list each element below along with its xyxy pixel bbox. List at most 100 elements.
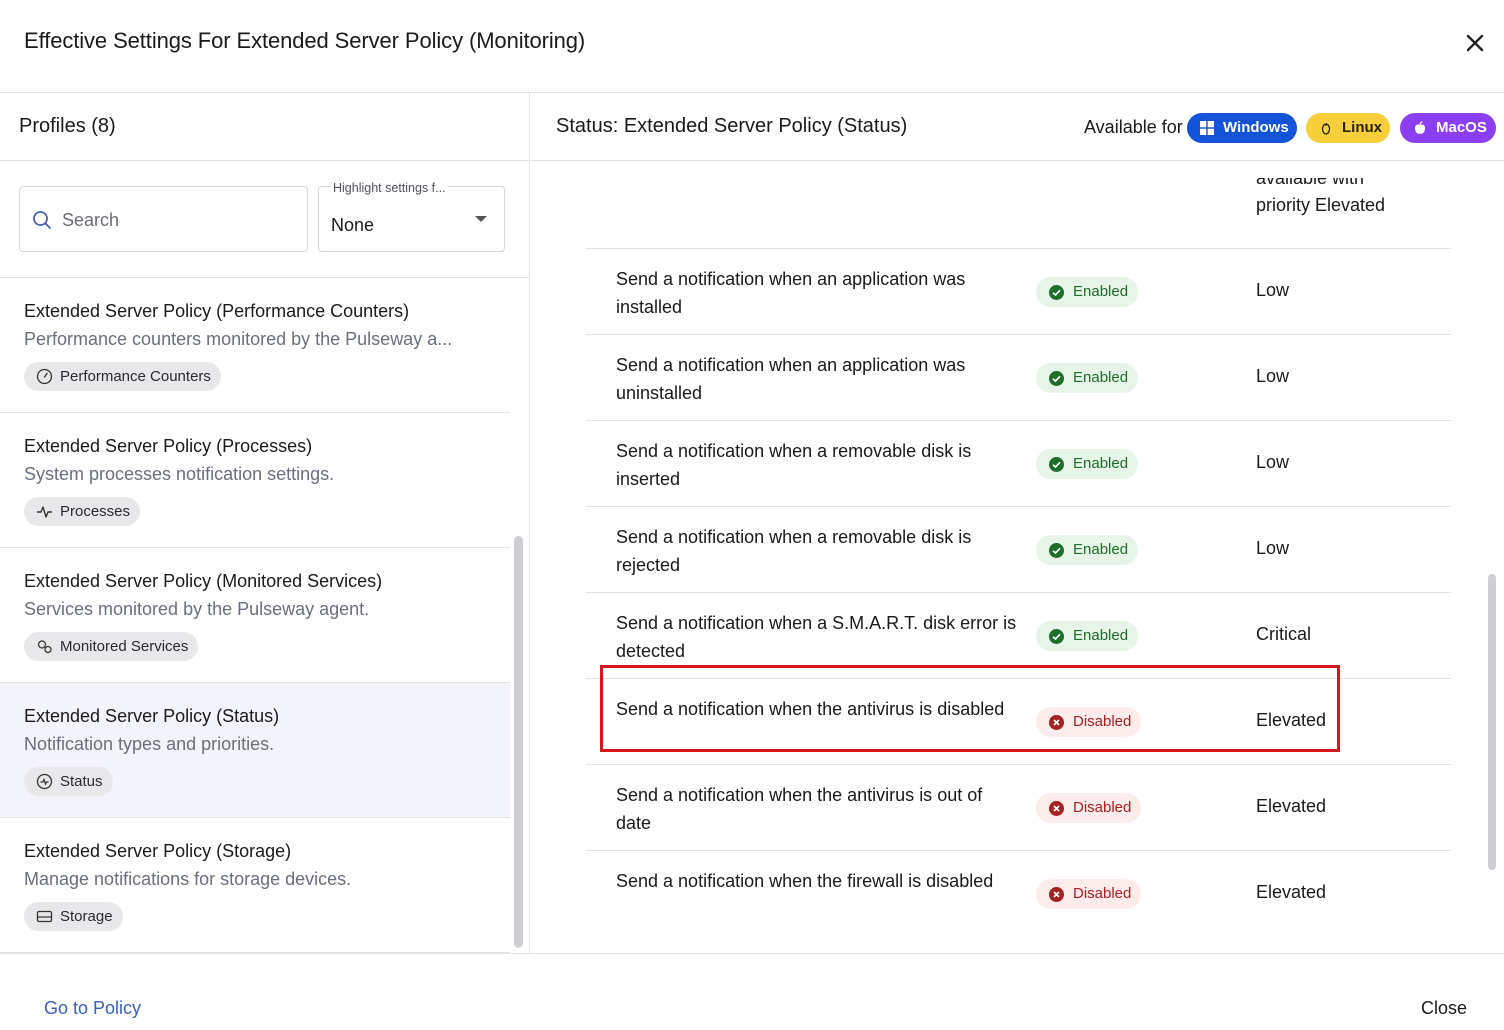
highlight-settings-select[interactable]: Highlight settings f... None	[318, 181, 505, 252]
status-badge: Disabled	[1036, 793, 1142, 823]
check-circle-icon	[1049, 285, 1064, 300]
partial-priority-text: priority Elevated	[1256, 195, 1386, 215]
status-icon	[36, 773, 53, 790]
setting-name: Send a notification when a removable dis…	[616, 441, 972, 489]
search-box[interactable]	[19, 186, 308, 252]
priority-value: Elevated	[1256, 882, 1327, 902]
setting-name: Send a notification when an application …	[616, 355, 966, 403]
settings-list: available with priority Elevated Send a …	[531, 162, 1504, 953]
close-button[interactable]: Close	[1421, 998, 1467, 1019]
profile-chip: Storage	[24, 902, 123, 931]
profile-title: Extended Server Policy (Processes)	[24, 436, 313, 456]
profile-item-monitored-services[interactable]: Extended Server Policy (Monitored Servic…	[0, 548, 510, 683]
highlight-settings-label: Highlight settings f...	[331, 181, 448, 195]
setting-row: Send a notification when the firewall is…	[586, 850, 1451, 936]
chevron-down-icon	[475, 216, 487, 222]
setting-name: Send a notification when a removable dis…	[616, 527, 972, 575]
setting-row: Send a notification when an application …	[586, 248, 1451, 334]
profile-item-storage[interactable]: Extended Server Policy (Storage) Manage …	[0, 818, 510, 953]
setting-name: Send a notification when a S.M.A.R.T. di…	[616, 613, 1017, 661]
close-icon[interactable]	[1462, 30, 1488, 56]
profile-chip: Status	[24, 767, 113, 796]
platform-label: Windows	[1223, 119, 1289, 136]
profile-description: Performance counters monitored by the Pu…	[24, 329, 453, 349]
status-badge: Enabled	[1036, 535, 1139, 565]
dialog-header: Effective Settings For Extended Server P…	[0, 0, 1504, 93]
effective-settings-dialog: Effective Settings For Extended Server P…	[0, 0, 1504, 1030]
available-for-label: Available for	[1084, 117, 1183, 137]
details-scrollbar[interactable]	[1488, 574, 1496, 870]
profile-chip: Processes	[24, 497, 141, 526]
profiles-panel: Profiles (8) Highlight settings f... Non…	[0, 93, 530, 953]
x-circle-icon	[1049, 801, 1064, 816]
profile-chip-label: Storage	[60, 908, 113, 925]
setting-name: Send a notification when the firewall is…	[616, 871, 994, 891]
status-badge: Disabled	[1036, 879, 1142, 909]
platform-label: MacOS	[1436, 119, 1487, 136]
status-label: Enabled	[1073, 541, 1129, 558]
profiles-heading: Profiles (8)	[19, 115, 116, 137]
platform-badge-macos: MacOS	[1400, 113, 1496, 143]
check-circle-icon	[1049, 457, 1064, 472]
gears-icon	[37, 640, 52, 654]
status-label: Enabled	[1073, 455, 1129, 472]
linux-icon	[1321, 123, 1331, 135]
status-label: Disabled	[1073, 799, 1132, 816]
profile-chip-label: Processes	[60, 503, 131, 520]
profile-item-processes[interactable]: Extended Server Policy (Processes) Syste…	[0, 413, 510, 548]
priority-value: Elevated	[1256, 796, 1327, 816]
setting-name: Send a notification when an application …	[616, 269, 966, 317]
setting-name: Send a notification when the antivirus i…	[616, 785, 983, 833]
status-label: Enabled	[1073, 369, 1129, 386]
highlight-settings-value: None	[331, 215, 375, 235]
profile-description: Manage notifications for storage devices…	[24, 869, 352, 889]
priority-value: Low	[1256, 280, 1290, 300]
profile-chip: Monitored Services	[24, 632, 199, 661]
profile-chip-label: Performance Counters	[60, 368, 211, 385]
highlight-box	[600, 665, 1340, 752]
status-badge: Enabled	[1036, 621, 1139, 651]
apple-icon	[1414, 121, 1426, 134]
profiles-scrollbar[interactable]	[514, 536, 523, 948]
profile-item-status[interactable]: Extended Server Policy (Status) Notifica…	[0, 683, 510, 818]
profile-item-performance-counters[interactable]: Extended Server Policy (Performance Coun…	[0, 278, 510, 413]
status-badge: Enabled	[1036, 363, 1139, 393]
platform-badge-windows: Windows	[1187, 113, 1297, 143]
setting-row: Send a notification when a removable dis…	[586, 420, 1451, 506]
priority-value: Low	[1256, 538, 1290, 558]
search-input[interactable]	[62, 205, 292, 235]
details-panel: Status: Extended Server Policy (Status) …	[531, 93, 1504, 953]
profiles-header: Profiles (8)	[0, 93, 529, 161]
profile-chip-label: Monitored Services	[60, 638, 189, 655]
profile-description: Services monitored by the Pulseway agent…	[24, 599, 370, 619]
x-circle-icon	[1049, 887, 1064, 902]
profile-description: Notification types and priorities.	[24, 734, 275, 754]
setting-row: Send a notification when the antivirus i…	[586, 764, 1451, 850]
profile-chip: Performance Counters	[24, 362, 221, 391]
check-circle-icon	[1049, 543, 1064, 558]
windows-icon	[1200, 121, 1214, 135]
profile-title: Extended Server Policy (Performance Coun…	[24, 301, 410, 321]
search-icon	[33, 211, 51, 229]
platform-badge-linux: Linux	[1306, 113, 1390, 143]
partial-priority-text: available with	[1256, 168, 1365, 188]
go-to-policy-button[interactable]: Go to Policy	[44, 998, 141, 1019]
status-badge: Enabled	[1036, 449, 1139, 479]
dialog-footer: Go to Policy Close	[0, 953, 1504, 1030]
profile-title: Extended Server Policy (Status)	[24, 706, 280, 726]
check-circle-icon	[1049, 371, 1064, 386]
gauge-icon	[36, 368, 53, 385]
setting-row: Send a notification when an application …	[586, 334, 1451, 420]
priority-value: Low	[1256, 452, 1290, 472]
priority-value: Critical	[1256, 624, 1312, 644]
status-label: Enabled	[1073, 283, 1129, 300]
profile-title: Extended Server Policy (Monitored Servic…	[24, 571, 383, 591]
setting-row: Send a notification when a removable dis…	[586, 506, 1451, 592]
platform-label: Linux	[1342, 119, 1382, 136]
dialog-title: Effective Settings For Extended Server P…	[24, 28, 586, 53]
status-label: Enabled	[1073, 627, 1129, 644]
drive-icon	[36, 910, 53, 923]
profile-title: Extended Server Policy (Storage)	[24, 841, 292, 861]
status-label: Disabled	[1073, 885, 1132, 902]
pulse-icon	[37, 506, 52, 518]
